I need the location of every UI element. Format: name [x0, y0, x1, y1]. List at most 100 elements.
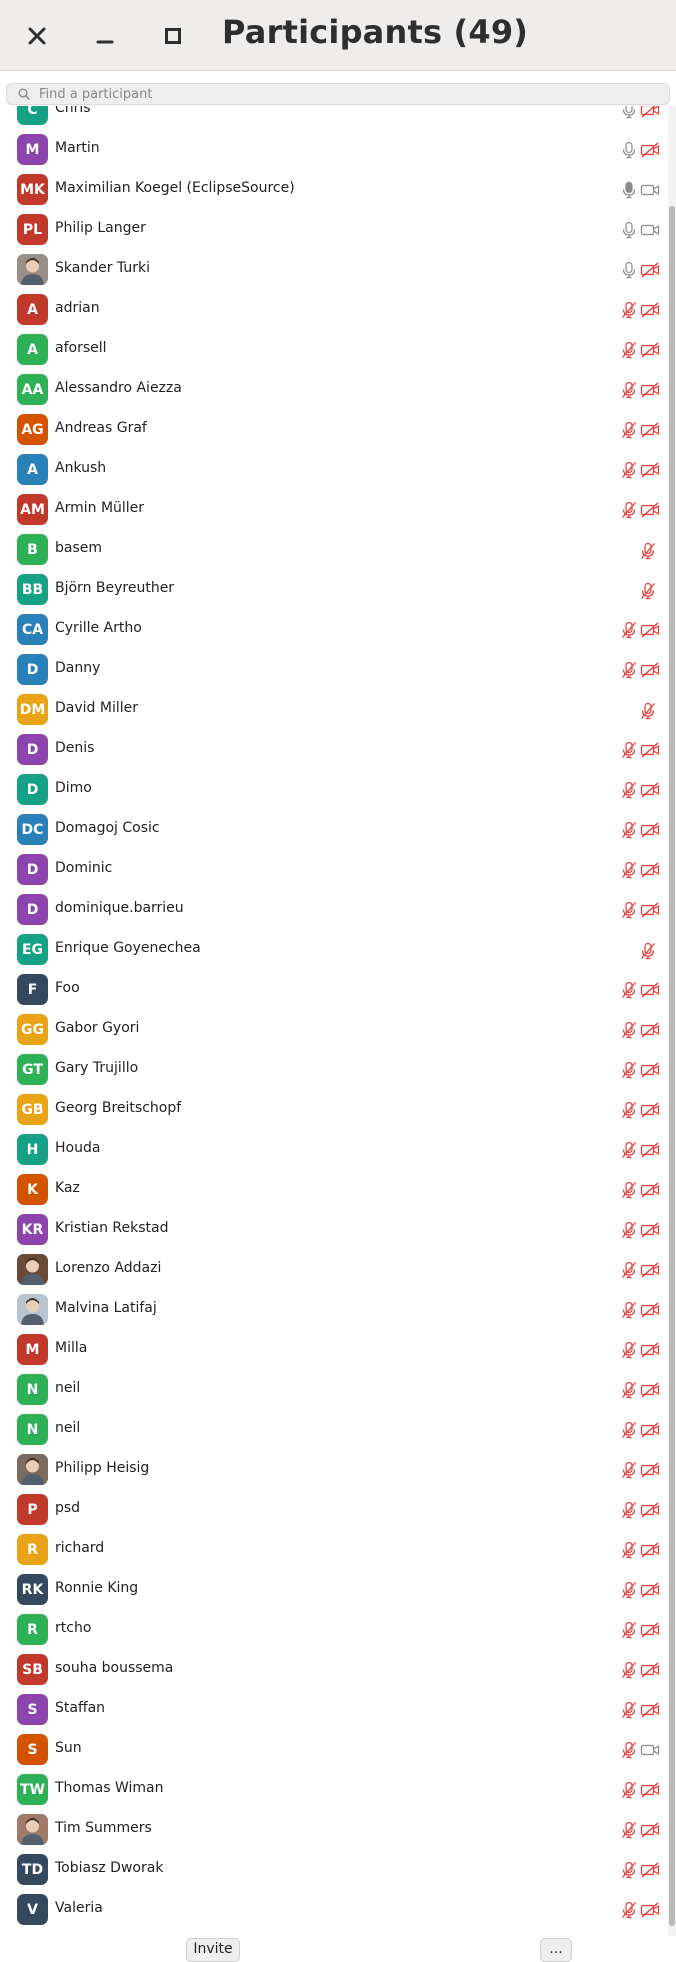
participant-name: psd	[55, 1500, 81, 1516]
participant-row[interactable]: Aadrian	[0, 290, 660, 330]
close-button[interactable]	[21, 20, 53, 52]
mic-muted-icon	[622, 1261, 636, 1279]
participant-name: rtcho	[55, 1620, 92, 1636]
participant-row[interactable]: C Chris	[0, 106, 660, 130]
avatar: MK	[17, 174, 48, 205]
participant-name: Björn Beyreuther	[55, 580, 175, 596]
mic-muted-icon	[622, 1741, 636, 1759]
scrollbar[interactable]	[668, 106, 676, 1936]
more-options-button[interactable]: ...	[540, 1938, 572, 1962]
mic-muted-icon	[641, 702, 655, 720]
participant-row[interactable]: M Martin	[0, 130, 660, 170]
participant-name: dominique.barrieu	[55, 900, 184, 916]
avatar: AM	[17, 494, 48, 525]
participant-row[interactable]: D Denis	[0, 730, 660, 770]
participant-row[interactable]: SB souha boussema	[0, 1650, 660, 1690]
mic-muted-icon	[622, 421, 636, 439]
participant-row[interactable]: Rrtcho	[0, 1610, 660, 1650]
participant-row[interactable]: DM David Miller	[0, 690, 660, 730]
mic-icon	[622, 181, 636, 199]
participant-row[interactable]: S Sun	[0, 1730, 660, 1770]
participant-row[interactable]: Lorenzo Addazi	[0, 1250, 660, 1290]
participant-row[interactable]: DC Domagoj Cosic	[0, 810, 660, 850]
camera-icon	[640, 224, 660, 236]
camera-off-icon	[640, 1142, 660, 1158]
participant-row[interactable]: S Staffan	[0, 1690, 660, 1730]
participant-row[interactable]: D Dimo	[0, 770, 660, 810]
avatar	[17, 1814, 48, 1845]
invite-button[interactable]: Invite	[186, 1938, 240, 1962]
participant-row[interactable]: AM Armin Müller	[0, 490, 660, 530]
participant-name: David Miller	[55, 700, 138, 716]
participant-row[interactable]: AG Andreas Graf	[0, 410, 660, 450]
avatar: D	[17, 734, 48, 765]
participant-row[interactable]: Malvina Latifaj	[0, 1290, 660, 1330]
participant-row[interactable]: EG Enrique Goyenechea	[0, 930, 660, 970]
minimize-button[interactable]	[89, 20, 121, 52]
camera-off-icon	[640, 1862, 660, 1878]
avatar: B	[17, 534, 48, 565]
participant-row[interactable]: Rrichard	[0, 1530, 660, 1570]
participant-row[interactable]: V Valeria	[0, 1890, 660, 1930]
participant-row[interactable]: Aaforsell	[0, 330, 660, 370]
participant-row[interactable]: Philipp Heisig	[0, 1450, 660, 1490]
participant-name: Thomas Wiman	[55, 1780, 164, 1796]
participant-row[interactable]: Nneil	[0, 1410, 660, 1450]
participant-row[interactable]: Ddominique.barrieu	[0, 890, 660, 930]
participant-row[interactable]: F Foo	[0, 970, 660, 1010]
participant-row[interactable]: MK Maximilian Koegel (EclipseSource)	[0, 170, 660, 210]
camera-off-icon	[640, 1262, 660, 1278]
participant-row[interactable]: RK Ronnie King	[0, 1570, 660, 1610]
participant-row[interactable]: M Milla	[0, 1330, 660, 1370]
participant-name: Kaz	[55, 1180, 80, 1196]
avatar: S	[17, 1694, 48, 1725]
participant-row[interactable]: PL Philip Langer	[0, 210, 660, 250]
participant-name: Denis	[55, 740, 95, 756]
avatar: AA	[17, 374, 48, 405]
avatar: RK	[17, 1574, 48, 1605]
mic-muted-icon	[622, 1021, 636, 1039]
participant-row[interactable]: D Dominic	[0, 850, 660, 890]
participant-name: Philipp Heisig	[55, 1460, 150, 1476]
participant-row[interactable]: BB Björn Beyreuther	[0, 570, 660, 610]
participant-row[interactable]: TD Tobiasz Dworak	[0, 1850, 660, 1890]
mic-muted-icon	[622, 1501, 636, 1519]
avatar: D	[17, 854, 48, 885]
avatar: D	[17, 654, 48, 685]
participant-name: Malvina Latifaj	[55, 1300, 157, 1316]
camera-off-icon	[640, 1102, 660, 1118]
participant-row[interactable]: GG Gabor Gyori	[0, 1010, 660, 1050]
participant-row[interactable]: GT Gary Trujillo	[0, 1050, 660, 1090]
participant-row[interactable]: Bbasem	[0, 530, 660, 570]
avatar: V	[17, 1894, 48, 1925]
scrollbar-thumb[interactable]	[669, 206, 675, 1926]
participant-row[interactable]: CA Cyrille Artho	[0, 610, 660, 650]
avatar: SB	[17, 1654, 48, 1685]
participant-row[interactable]: GB Georg Breitschopf	[0, 1090, 660, 1130]
participant-row[interactable]: A Ankush	[0, 450, 660, 490]
maximize-icon	[165, 28, 181, 44]
avatar: A	[17, 334, 48, 365]
participant-row[interactable]: Nneil	[0, 1370, 660, 1410]
participant-row[interactable]: TW Thomas Wiman	[0, 1770, 660, 1810]
participant-row[interactable]: K Kaz	[0, 1170, 660, 1210]
search-box[interactable]	[6, 83, 670, 105]
participant-row[interactable]: Ppsd	[0, 1490, 660, 1530]
avatar: BB	[17, 574, 48, 605]
mic-muted-icon	[622, 981, 636, 999]
search-input[interactable]	[39, 84, 639, 104]
mic-muted-icon	[622, 1061, 636, 1079]
avatar: DM	[17, 694, 48, 725]
participant-row[interactable]: D Danny	[0, 650, 660, 690]
participant-row[interactable]: AA Alessandro Aiezza	[0, 370, 660, 410]
participant-name: Alessandro Aiezza	[55, 380, 182, 396]
participant-name: Philip Langer	[55, 220, 146, 236]
maximize-button[interactable]	[157, 20, 189, 52]
participant-row[interactable]: Skander Turki	[0, 250, 660, 290]
participant-list[interactable]: C Chris M Martin MK Maximilian Koegel (Eclips…	[0, 106, 668, 1942]
participant-row[interactable]: Tim Summers	[0, 1810, 660, 1850]
participant-row[interactable]: KR Kristian Rekstad	[0, 1210, 660, 1250]
participant-row[interactable]: H Houda	[0, 1130, 660, 1170]
avatar: A	[17, 454, 48, 485]
avatar: M	[17, 134, 48, 165]
